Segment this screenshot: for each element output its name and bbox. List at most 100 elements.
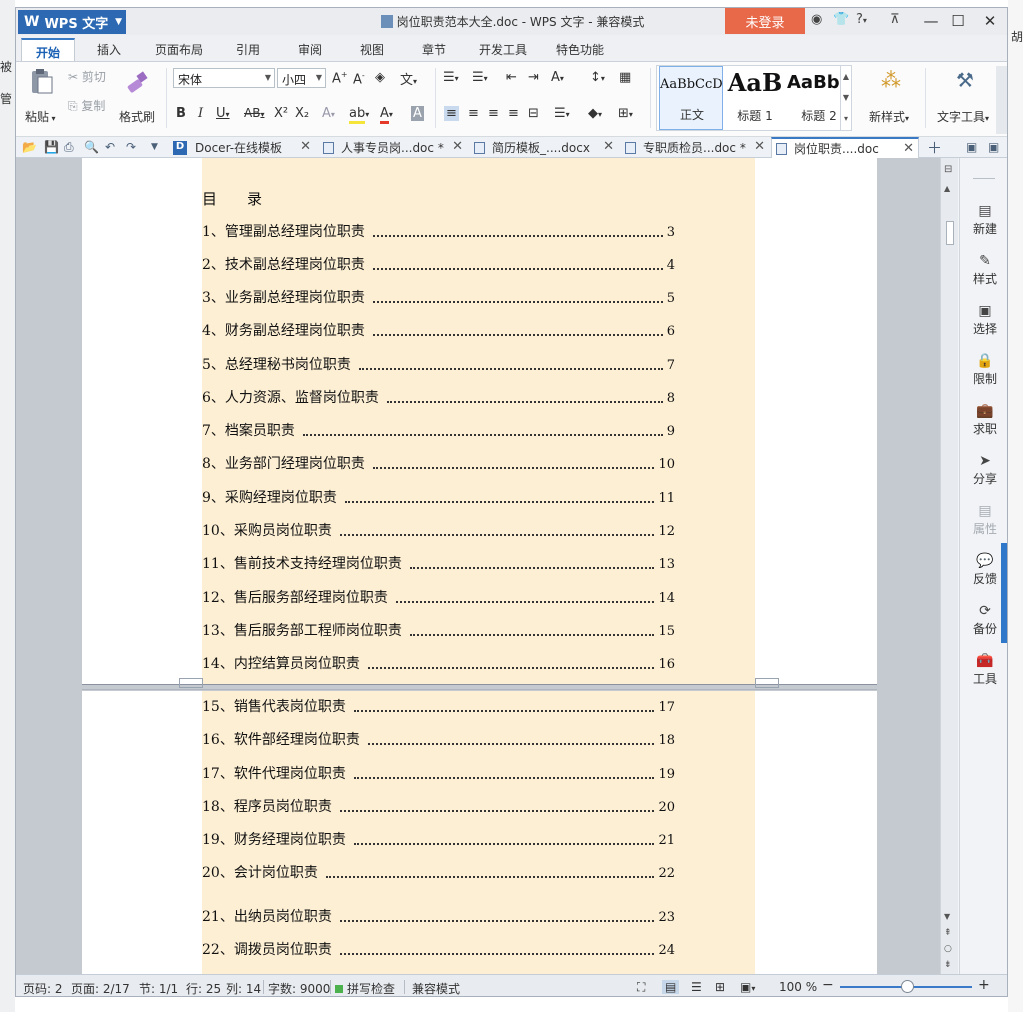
toc-entry[interactable]: 14、内控结算员岗位职责 16: [202, 653, 675, 673]
doc-tab-quality-inspector[interactable]: 专职质检员...doc * ✕: [621, 137, 769, 158]
numbered-list-icon[interactable]: ☰▾: [472, 70, 488, 85]
close-button[interactable]: ✕: [976, 10, 1004, 32]
align-center-icon[interactable]: ≡: [468, 106, 479, 121]
toc-entry[interactable]: 5、总经理秘书岗位职责 7: [202, 354, 675, 374]
print-icon[interactable]: ⎙: [64, 140, 74, 155]
web-view-icon[interactable]: ⊞: [715, 980, 725, 994]
subscript-button[interactable]: X₂: [295, 106, 309, 121]
char-shading-icon[interactable]: A: [411, 106, 424, 121]
paragraph-shading-icon[interactable]: ◆▾: [588, 106, 602, 121]
font-name-select[interactable]: 宋体 ▼: [173, 68, 275, 88]
text-effect-icon[interactable]: A▾: [322, 106, 335, 121]
split-view-icon[interactable]: ⊟: [944, 164, 952, 175]
phonetic-icon[interactable]: 文▾: [400, 69, 417, 88]
side-panel-style[interactable]: ✎ 样式: [960, 253, 1007, 287]
toc-entry[interactable]: 1、管理副总经理岗位职责 3: [202, 221, 675, 241]
text-tools-button[interactable]: 文字工具▾: [937, 108, 989, 125]
toc-entry[interactable]: 3、业务副总经理岗位职责 5: [202, 287, 675, 307]
align-left-icon[interactable]: ≡: [444, 106, 459, 121]
font-color-icon[interactable]: A▾: [380, 106, 393, 124]
toc-entry[interactable]: 4、财务副总经理岗位职责 6: [202, 320, 675, 340]
shrink-font-icon[interactable]: A-: [353, 71, 365, 87]
tab-developer[interactable]: 开发工具: [479, 41, 527, 58]
close-tab-icon[interactable]: ✕: [754, 139, 765, 154]
italic-button[interactable]: I: [198, 106, 203, 121]
undo-icon[interactable]: ↶: [105, 140, 115, 154]
paste-icon[interactable]: [27, 68, 55, 96]
justify-icon[interactable]: ≡: [508, 106, 519, 121]
line-spacing-icon[interactable]: ☰▾: [554, 106, 570, 121]
new-style-icon[interactable]: ⁂: [881, 68, 901, 92]
redo-icon[interactable]: ↷: [126, 140, 136, 154]
toc-entry[interactable]: 11、售前技术支持经理岗位职责 13: [202, 553, 675, 573]
spell-check-toggle[interactable]: 拼写检查: [335, 980, 395, 996]
side-panel-briefcase[interactable]: 💼 求职: [960, 403, 1007, 437]
style-normal[interactable]: AaBbCcD 正文: [659, 66, 723, 130]
panel-expand-handle[interactable]: [1001, 543, 1007, 643]
new-tab-icon[interactable]: ＋: [927, 137, 942, 158]
open-folder-icon[interactable]: 📂: [22, 140, 37, 154]
login-button[interactable]: 未登录: [725, 8, 805, 34]
maximize-button[interactable]: ☐: [944, 10, 972, 32]
bullet-list-icon[interactable]: ☰▾: [443, 70, 459, 85]
toc-entry[interactable]: 20、会计岗位职责 22: [202, 862, 675, 882]
style-heading-2[interactable]: AaBb( 标题 2: [787, 66, 841, 130]
outline-view-icon[interactable]: ☰: [691, 980, 702, 994]
minimize-button[interactable]: —: [917, 10, 945, 32]
tab-view[interactable]: 视图: [360, 41, 384, 58]
toc-entry[interactable]: 15、销售代表岗位职责 17: [202, 696, 675, 716]
underline-button[interactable]: U▾: [216, 106, 230, 121]
new-style-button[interactable]: 新样式▾: [869, 108, 909, 125]
decrease-indent-icon[interactable]: ⇤: [506, 70, 517, 85]
format-painter-button[interactable]: 格式刷: [119, 108, 155, 125]
toc-entry[interactable]: 6、人力资源、监督岗位职责 8: [202, 387, 675, 407]
tab-special-features[interactable]: 特色功能: [556, 41, 604, 58]
toc-entry[interactable]: 21、出纳员岗位职责 23: [202, 906, 675, 926]
page-view-icon[interactable]: ▤: [662, 980, 680, 994]
text-tools-icon[interactable]: ⚒: [956, 68, 974, 92]
toc-entry[interactable]: 17、软件代理岗位职责 19: [202, 763, 675, 783]
scroll-thumb[interactable]: [946, 221, 954, 245]
sort-icon[interactable]: ↕▾: [590, 70, 605, 85]
toc-entry[interactable]: 8、业务部门经理岗位职责 10: [202, 453, 675, 473]
vertical-scrollbar[interactable]: ⊟ ▲ ▼ ⇞ ○ ⇟: [940, 158, 958, 974]
next-page-icon[interactable]: ⇟: [944, 960, 952, 970]
toc-entry[interactable]: 19、财务经理岗位职责 21: [202, 829, 675, 849]
shirt-icon[interactable]: 👕: [833, 12, 849, 27]
tab-menu-icon[interactable]: ▣: [988, 140, 999, 154]
increase-indent-icon[interactable]: ⇥: [528, 70, 539, 85]
document-canvas[interactable]: 目 录 1、管理副总经理岗位职责 3 2、技术副总经理岗位职责 4 3、业务副总经理岗位…: [16, 158, 944, 974]
collapse-ribbon-icon[interactable]: ⊼: [890, 12, 900, 27]
font-size-select[interactable]: 小四 ▼: [277, 68, 326, 88]
close-tab-icon[interactable]: ✕: [300, 139, 311, 154]
scroll-down-icon[interactable]: ▼: [944, 912, 950, 921]
toc-entry[interactable]: 12、售后服务部经理岗位职责 14: [202, 587, 675, 607]
text-direction-icon[interactable]: A▾: [551, 70, 564, 85]
side-panel-restrict[interactable]: 🔒 限制: [960, 353, 1007, 387]
borders-icon[interactable]: ⊞▾: [618, 106, 633, 121]
highlight-icon[interactable]: ab▾: [349, 106, 369, 124]
toc-entry[interactable]: 18、程序员岗位职责 20: [202, 796, 675, 816]
scroll-up-icon[interactable]: ▲: [944, 184, 950, 193]
tab-review[interactable]: 审阅: [298, 41, 322, 58]
bold-button[interactable]: B: [176, 106, 186, 121]
zoom-out-button[interactable]: −: [822, 977, 834, 993]
doc-tab-resume[interactable]: 简历模板_....docx ✕: [470, 137, 618, 158]
tab-page-layout[interactable]: 页面布局: [155, 41, 203, 58]
save-icon[interactable]: 💾: [44, 140, 59, 154]
clear-format-icon[interactable]: ◈: [375, 70, 385, 85]
side-panel-new-doc[interactable]: ▤ 新建: [960, 203, 1007, 237]
toc-entry[interactable]: 16、软件部经理岗位职责 18: [202, 729, 675, 749]
quick-access-dropdown-icon[interactable]: ▼: [151, 142, 158, 152]
toc-entry[interactable]: 22、调拨员岗位职责 24: [202, 939, 675, 959]
table-icon[interactable]: ▦: [619, 70, 631, 85]
tab-references[interactable]: 引用: [236, 41, 260, 58]
prev-page-icon[interactable]: ⇞: [944, 928, 952, 938]
toc-entry[interactable]: 9、采购经理岗位职责 11: [202, 487, 675, 507]
toc-entry[interactable]: 13、售后服务部工程师岗位职责 15: [202, 620, 675, 640]
close-tab-icon[interactable]: ✕: [903, 141, 914, 156]
doc-tab-job-responsibilities[interactable]: 岗位职责....doc ✕: [771, 137, 919, 158]
reading-view-icon[interactable]: ▣▾: [740, 980, 755, 994]
tab-insert[interactable]: 插入: [97, 41, 121, 58]
toc-entry[interactable]: 7、档案员职责 9: [202, 420, 675, 440]
